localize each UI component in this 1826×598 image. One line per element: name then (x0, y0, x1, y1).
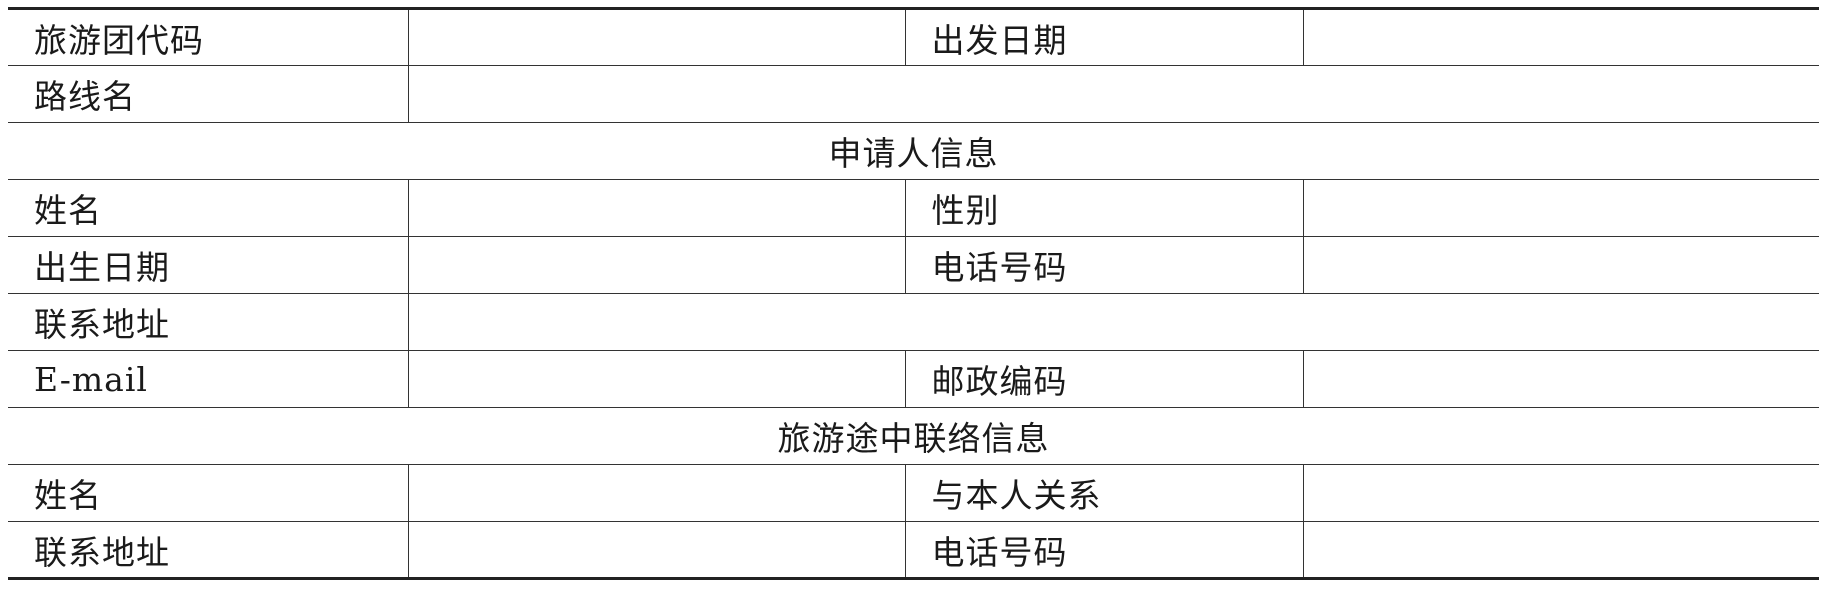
gender-label: 性别 (904, 179, 1304, 237)
form-row-birth-date: 出生日期 电话号码 (8, 236, 1819, 294)
contact-name-field[interactable] (407, 464, 906, 522)
contact-name-label: 姓名 (8, 464, 409, 522)
contact-phone-label: 电话号码 (904, 521, 1304, 579)
tour-code-field[interactable] (407, 8, 906, 66)
birth-date-label: 出生日期 (8, 236, 409, 294)
travel-application-form: 旅游团代码 出发日期 路线名 申请人信息 姓名 性别 出生日期 电话号码 联系地… (8, 7, 1819, 580)
postal-code-field[interactable] (1302, 350, 1819, 408)
departure-date-field[interactable] (1302, 8, 1819, 66)
applicant-phone-label: 电话号码 (904, 236, 1304, 294)
form-row-applicant-name: 姓名 性别 (8, 179, 1819, 237)
departure-date-label: 出发日期 (904, 8, 1304, 66)
gender-field[interactable] (1302, 179, 1819, 237)
tour-code-label: 旅游团代码 (8, 8, 409, 66)
form-row-contact-name: 姓名 与本人关系 (8, 464, 1819, 522)
route-name-label: 路线名 (8, 65, 409, 123)
applicant-info-heading: 申请人信息 (8, 122, 1819, 180)
form-row-tour-code: 旅游团代码 出发日期 (8, 8, 1819, 66)
email-field[interactable] (407, 350, 906, 408)
birth-date-field[interactable] (407, 236, 906, 294)
section-row-trip-contact: 旅游途中联络信息 (8, 407, 1819, 465)
contact-address-field[interactable] (407, 521, 906, 579)
route-name-field[interactable] (407, 65, 1819, 123)
form-row-route-name: 路线名 (8, 65, 1819, 123)
applicant-phone-field[interactable] (1302, 236, 1819, 294)
applicant-address-label: 联系地址 (8, 293, 409, 351)
applicant-name-label: 姓名 (8, 179, 409, 237)
contact-phone-field[interactable] (1302, 521, 1819, 579)
postal-code-label: 邮政编码 (904, 350, 1304, 408)
applicant-name-field[interactable] (407, 179, 906, 237)
contact-address-label: 联系地址 (8, 521, 409, 579)
form-row-email: E-mail 邮政编码 (8, 350, 1819, 408)
section-row-applicant: 申请人信息 (8, 122, 1819, 180)
trip-contact-info-heading: 旅游途中联络信息 (8, 407, 1819, 465)
email-label: E-mail (8, 350, 409, 408)
relationship-label: 与本人关系 (904, 464, 1304, 522)
form-row-applicant-address: 联系地址 (8, 293, 1819, 351)
applicant-address-field[interactable] (407, 293, 1819, 351)
form-row-contact-address: 联系地址 电话号码 (8, 521, 1819, 579)
relationship-field[interactable] (1302, 464, 1819, 522)
